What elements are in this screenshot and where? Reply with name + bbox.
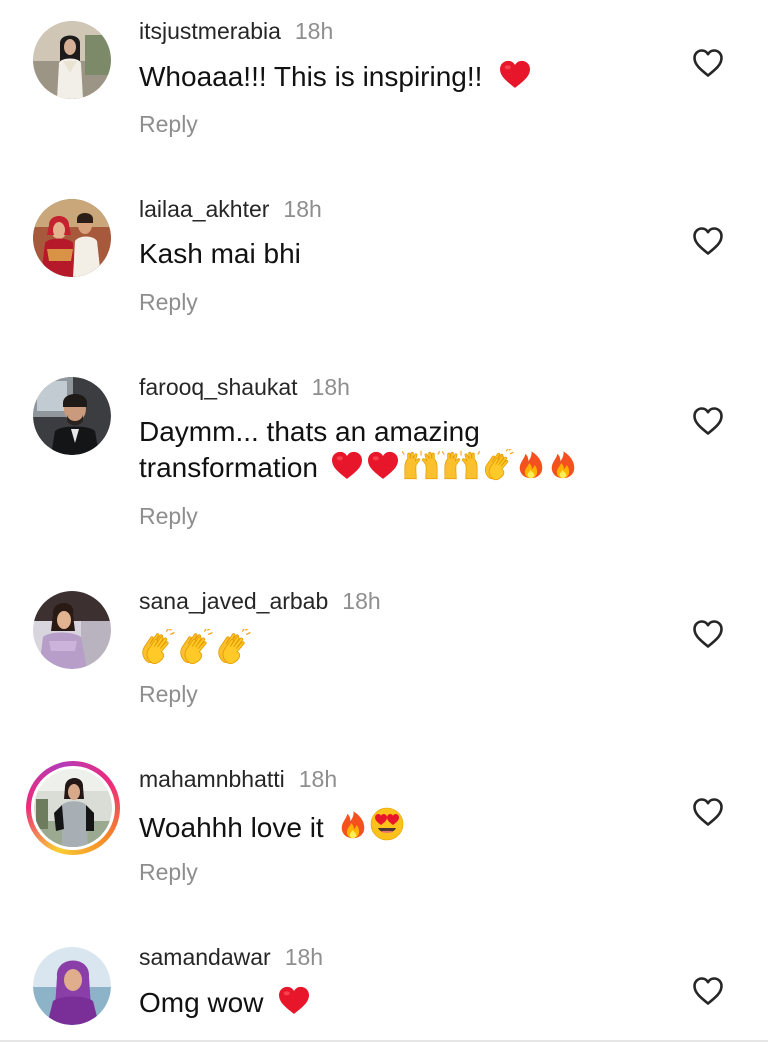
comment-timestamp: 18h <box>283 196 322 222</box>
avatar[interactable] <box>33 591 111 669</box>
red-heart-emoji <box>498 59 532 90</box>
clapping-hands-emoji <box>215 629 251 665</box>
comment-meta: sana_javed_arbab 18h <box>139 587 381 615</box>
comment-text: Woahhh love it <box>139 807 639 845</box>
clapping-hands-emoji <box>482 449 514 481</box>
comment-username[interactable]: sana_javed_arbab <box>139 588 328 614</box>
avatar[interactable] <box>33 947 111 1025</box>
like-heart-icon[interactable] <box>692 619 724 649</box>
fire-emoji <box>338 809 368 841</box>
heart-eyes-emoji <box>370 807 404 841</box>
reply-button[interactable]: Reply <box>139 858 198 886</box>
like-heart-icon[interactable] <box>692 976 724 1006</box>
clapping-hands-emoji <box>139 629 175 665</box>
red-heart-emoji <box>366 450 400 481</box>
comment-timestamp: 18h <box>342 588 381 614</box>
comment-timestamp: 18h <box>298 766 338 792</box>
like-heart-icon[interactable] <box>692 406 724 436</box>
comment-text-content: Omg wow <box>139 987 264 1018</box>
avatar-photo <box>33 21 111 99</box>
comment-username[interactable]: farooq_shaukat <box>139 374 298 400</box>
like-heart-icon[interactable] <box>692 797 724 827</box>
avatar-photo <box>33 591 111 669</box>
avatar[interactable] <box>33 21 111 99</box>
comment-meta: mahamnbhatti 18h <box>139 765 337 793</box>
comment-timestamp: 18h <box>311 374 350 400</box>
clapping-hands-emoji <box>177 629 213 665</box>
comment-text-content: Woahhh love it <box>139 812 324 843</box>
comment-username[interactable]: lailaa_akhter <box>139 196 269 222</box>
comment-text <box>139 629 639 669</box>
reply-button[interactable]: Reply <box>139 680 198 708</box>
comment-text-content: Kash mai bhi <box>139 238 301 269</box>
comment-meta: itsjustmerabia 18h <box>139 17 333 45</box>
avatar[interactable] <box>33 199 111 277</box>
comment-meta: farooq_shaukat 18h <box>139 373 350 401</box>
like-heart-icon[interactable] <box>692 48 724 78</box>
red-heart-emoji <box>277 985 311 1016</box>
comment-text-line2-wrap: transformation <box>139 449 639 485</box>
reply-button[interactable]: Reply <box>139 288 198 316</box>
avatar-photo <box>33 377 111 455</box>
comment-text: Kash mai bhi <box>139 237 639 271</box>
avatar-photo <box>34 769 112 847</box>
comment-meta: lailaa_akhter 18h <box>139 195 322 223</box>
comment-timestamp: 18h <box>294 18 334 44</box>
comment-text: Omg wow <box>139 985 639 1020</box>
reply-button[interactable]: Reply <box>139 110 198 138</box>
comment-username[interactable]: samandawar <box>139 944 271 970</box>
comment-text: Whoaaa!!! This is inspiring!! <box>139 59 639 94</box>
avatar-story-ring[interactable] <box>26 761 120 855</box>
raising-hands-emoji <box>402 450 440 481</box>
comment-username[interactable]: itsjustmerabia <box>139 18 281 44</box>
raising-hands-emoji <box>442 450 480 481</box>
avatar[interactable] <box>33 377 111 455</box>
comment-text-content: Whoaaa!!! This is inspiring!! <box>139 61 483 92</box>
fire-emoji <box>548 449 578 481</box>
comment-timestamp: 18h <box>284 944 324 970</box>
red-heart-emoji <box>330 450 364 481</box>
comment-username[interactable]: mahamnbhatti <box>139 766 285 792</box>
reply-button[interactable]: Reply <box>139 502 198 530</box>
comment-text-line2: transformation <box>139 452 318 483</box>
fire-emoji <box>516 449 546 481</box>
comment-text-line1: Daymm... thats an amazing <box>139 416 480 447</box>
comment-meta: samandawar 18h <box>139 943 323 971</box>
avatar-photo <box>33 947 111 1025</box>
like-heart-icon[interactable] <box>692 226 724 256</box>
comment-text: Daymm... thats an amazing transformation <box>139 415 639 485</box>
avatar-photo <box>33 199 111 277</box>
